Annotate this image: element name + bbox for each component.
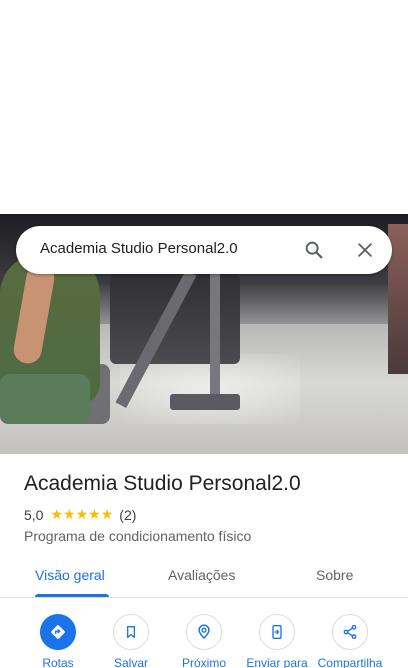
place-panel: Academia Studio Personal2.0 Academia Stu… [0, 0, 408, 668]
directions-label: Rotas [42, 656, 74, 668]
rating-row[interactable]: 5,0 ★ ★ ★ ★ ★ (2) [24, 507, 136, 523]
send-to-phone-button[interactable]: Enviar para [240, 614, 314, 668]
search-icon[interactable] [300, 236, 328, 264]
star-icon: ★ [63, 507, 76, 523]
share-label: Compartilha [317, 656, 383, 668]
photo-machine [110, 274, 240, 364]
photo-person-legs [0, 374, 90, 424]
nearby-button[interactable]: Próximo [167, 614, 241, 668]
star-icon: ★ [88, 507, 101, 523]
review-count[interactable]: (2) [119, 507, 136, 523]
save-button[interactable]: Salvar [94, 614, 168, 668]
star-icon: ★ [100, 507, 114, 523]
close-icon[interactable] [351, 236, 379, 264]
directions-button[interactable]: Rotas [21, 614, 95, 668]
share-button[interactable]: Compartilha [313, 614, 387, 668]
save-label: Salvar [113, 656, 148, 668]
star-icon: ★ [75, 507, 89, 523]
nearby-icon[interactable] [186, 614, 222, 650]
search-query[interactable]: Academia Studio Personal2.0 [40, 240, 238, 257]
rating-stars: ★ ★ ★ ★ ★ [50, 508, 113, 522]
place-title: Academia Studio Personal2.0 [24, 472, 301, 495]
search-bar[interactable]: Academia Studio Personal2.0 [16, 226, 392, 274]
bookmark-icon[interactable] [113, 614, 149, 650]
tab-overview[interactable]: Visão geral [35, 567, 105, 583]
place-category: Programa de condicionamento físico [24, 528, 252, 544]
rating-value: 5,0 [24, 507, 44, 523]
photo-machine-base [170, 394, 240, 410]
tab-reviews[interactable]: Avaliações [168, 567, 235, 583]
directions-icon[interactable] [40, 614, 76, 650]
photo-machine-post [210, 254, 220, 394]
share-icon[interactable] [332, 614, 368, 650]
send-to-phone-label: Enviar para [246, 656, 308, 668]
tab-bar: Visão geral Avaliações Sobre [0, 556, 408, 598]
tab-about[interactable]: Sobre [316, 567, 353, 583]
active-tab-indicator [35, 594, 109, 597]
nearby-label: Próximo [181, 656, 226, 668]
star-icon: ★ [50, 507, 64, 523]
send-to-phone-icon[interactable] [259, 614, 295, 650]
